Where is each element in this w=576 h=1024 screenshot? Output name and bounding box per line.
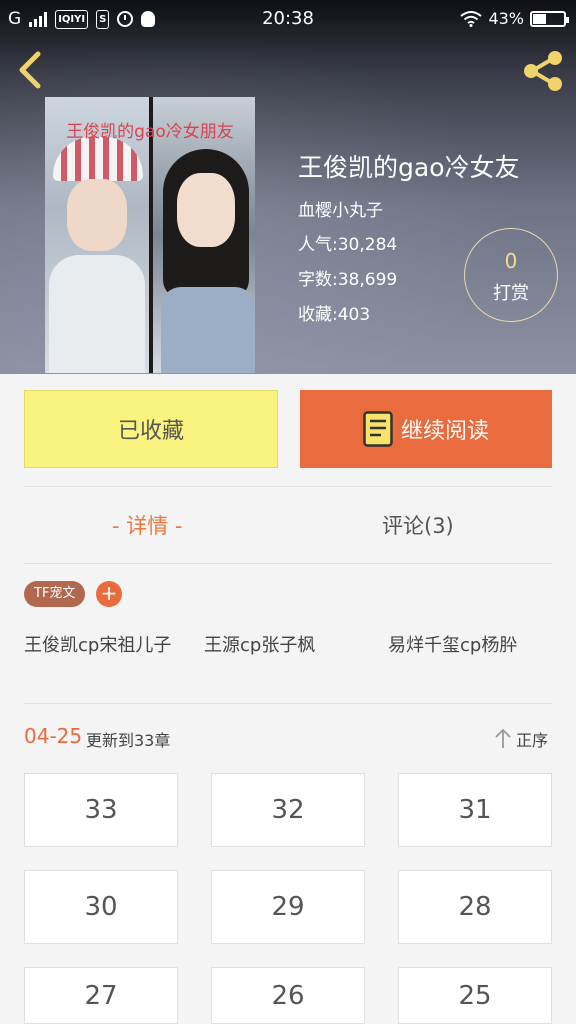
cp-pair-item[interactable]: 易烊千玺cp杨肸 <box>388 634 558 658</box>
chapter-item[interactable]: 29 <box>211 870 365 944</box>
wifi-icon <box>460 10 483 27</box>
chapter-item[interactable]: 25 <box>398 967 552 1024</box>
chapter-item[interactable]: 30 <box>24 870 178 944</box>
battery-icon <box>530 10 569 27</box>
favorites-stat: 收藏:403 <box>298 305 371 325</box>
continue-reading-label: 继续阅读 <box>400 419 489 444</box>
chapter-item[interactable]: 27 <box>24 967 178 1024</box>
tip-label: 打赏 <box>493 283 529 304</box>
book-author[interactable]: 血樱小丸子 <box>298 196 383 221</box>
word-count-stat: 字数:38,699 <box>298 270 398 290</box>
cp-pair-item[interactable]: 王俊凯cp宋祖儿子 <box>24 634 184 658</box>
update-date: 04-25 <box>24 724 83 748</box>
tab-comments[interactable]: 评论(3) <box>382 510 454 540</box>
share-button[interactable] <box>520 48 566 94</box>
tip-button[interactable]: 0 打赏 <box>464 228 558 322</box>
tip-count: 0 <box>504 249 518 273</box>
collected-button[interactable]: 已收藏 <box>24 390 278 468</box>
chapter-item[interactable]: 26 <box>211 967 365 1024</box>
chapter-item[interactable]: 31 <box>398 773 552 847</box>
divider <box>24 486 552 487</box>
popularity-stat: 人气:30,284 <box>298 235 398 255</box>
tag-chip[interactable]: TF宠文 <box>24 581 86 607</box>
cp-pair-item[interactable]: 王源cp张子枫 <box>204 634 364 658</box>
share-icon <box>524 51 562 91</box>
update-text: 更新到33章 <box>86 731 171 750</box>
battery-level <box>533 13 546 24</box>
status-bar: G IQIYI S 20:38 43% <box>0 0 576 38</box>
book-icon <box>363 411 393 447</box>
add-tag-button[interactable]: + <box>96 581 122 607</box>
chapter-item[interactable]: 33 <box>24 773 178 847</box>
arrow-up-icon[interactable] <box>494 727 512 749</box>
divider <box>24 703 552 704</box>
battery-percent: 43% <box>488 9 524 28</box>
sort-order-button[interactable]: 正序 <box>516 727 548 751</box>
continue-reading-button[interactable]: 继续阅读 <box>300 390 552 468</box>
chevron-left-icon <box>19 51 41 89</box>
chapter-item[interactable]: 32 <box>211 773 365 847</box>
divider <box>24 563 552 564</box>
cover-title: 王俊凯的gao冷女朋友 <box>66 122 234 142</box>
book-title: 王俊凯的gao冷女友 <box>298 153 520 182</box>
back-button[interactable] <box>12 50 48 90</box>
tab-detail[interactable]: - 详情 - <box>112 510 183 540</box>
chapter-item[interactable]: 28 <box>398 870 552 944</box>
collected-label: 已收藏 <box>117 419 184 444</box>
book-cover[interactable]: 王俊凯的gao冷女朋友 <box>45 97 255 373</box>
